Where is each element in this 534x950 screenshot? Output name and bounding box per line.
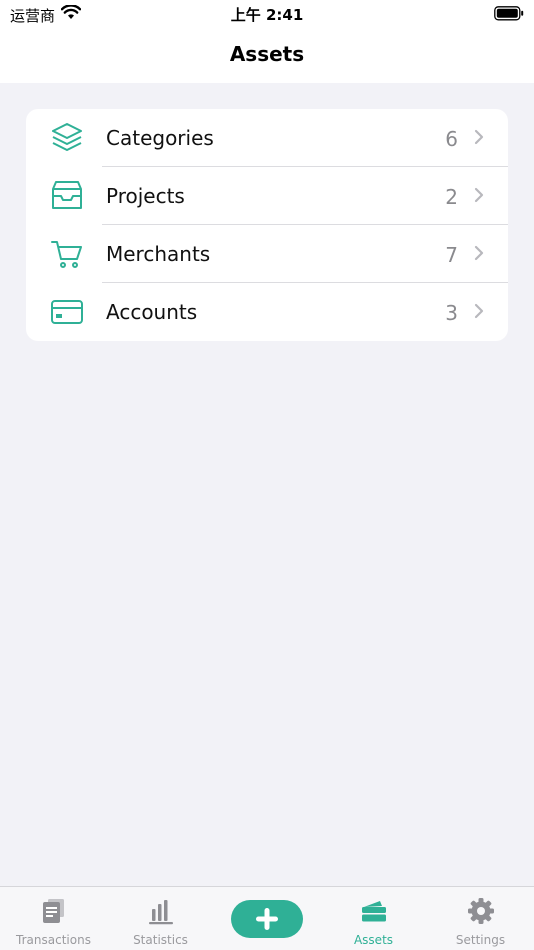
- tab-label: Assets: [353, 933, 394, 947]
- tab-statistics[interactable]: Statistics: [107, 887, 214, 950]
- document-icon: [40, 897, 68, 929]
- layers-icon: [50, 121, 84, 155]
- tab-label: Statistics: [133, 933, 188, 947]
- assets-list: Categories 6 Projects 2 Merchants 7 Acco…: [26, 109, 508, 341]
- status-time: 上午 2:41: [230, 6, 304, 24]
- tab-transactions[interactable]: Transactions: [0, 887, 107, 950]
- list-item-accounts[interactable]: Accounts 3: [26, 283, 508, 341]
- list-item-label: Projects: [106, 184, 185, 208]
- bar-chart-icon: [147, 897, 175, 929]
- list-item-categories[interactable]: Categories 6: [26, 109, 508, 167]
- plus-icon: [256, 908, 278, 930]
- page-title: Assets: [229, 42, 305, 66]
- chevron-right-icon: [474, 245, 484, 265]
- list-item-count: 7: [445, 243, 458, 267]
- tab-label: Transactions: [16, 933, 91, 947]
- gear-icon: [467, 897, 495, 929]
- wallet-icon: [360, 897, 388, 929]
- status-bar: 运营商 上午 2:41: [0, 0, 534, 28]
- chevron-right-icon: [474, 187, 484, 207]
- list-item-label: Categories: [106, 126, 214, 150]
- chevron-right-icon: [474, 303, 484, 323]
- tab-settings[interactable]: Settings: [427, 887, 534, 950]
- chevron-right-icon: [474, 129, 484, 149]
- list-item-label: Accounts: [106, 300, 198, 324]
- add-transaction-button[interactable]: [231, 900, 303, 938]
- inbox-tray-icon: [50, 179, 84, 213]
- tab-bar: Transactions Statistics Assets Settings: [0, 886, 534, 950]
- list-item-count: 3: [445, 301, 458, 325]
- list-item-label: Merchants: [106, 242, 211, 266]
- battery-icon: [494, 6, 524, 25]
- tab-label: Settings: [455, 933, 506, 947]
- list-item-projects[interactable]: Projects 2: [26, 167, 508, 225]
- list-item-merchants[interactable]: Merchants 7: [26, 225, 508, 283]
- tab-assets[interactable]: Assets: [320, 887, 427, 950]
- shopping-cart-icon: [50, 237, 84, 271]
- list-item-count: 2: [445, 185, 458, 209]
- navigation-bar: Assets: [0, 28, 534, 83]
- credit-card-icon: [50, 295, 84, 329]
- list-item-count: 6: [445, 127, 458, 151]
